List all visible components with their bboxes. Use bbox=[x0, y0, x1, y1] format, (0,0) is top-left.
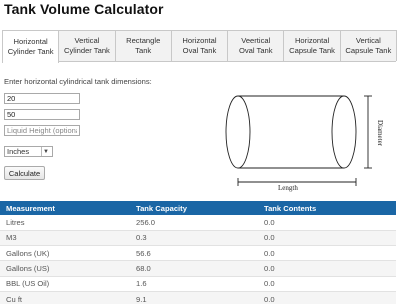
capacity-cell: 0.3 bbox=[130, 230, 258, 247]
table-row: BBL (US Oil) 1.6 0.0 bbox=[0, 276, 396, 292]
length-label: Length bbox=[278, 184, 298, 192]
tab-label-line2: Oval Tank bbox=[238, 46, 273, 55]
contents-cell: 0.0 bbox=[258, 291, 396, 304]
tank-left-end bbox=[225, 95, 251, 169]
results-table: Measurement Tank Capacity Tank Contents … bbox=[0, 201, 396, 304]
contents-cell: 0.0 bbox=[258, 260, 396, 277]
measurement-cell: Litres bbox=[0, 215, 130, 231]
tab-vertical-oval[interactable]: Veertical Oval Tank bbox=[227, 30, 285, 61]
tank-type-tabs: Horizontal Cylinder Tank Vertical Cylinder… bbox=[2, 30, 397, 63]
tab-vertical-cylinder[interactable]: Vertical Cylinder Tank bbox=[58, 30, 116, 61]
chevron-down-icon: ▼ bbox=[41, 147, 50, 156]
contents-cell: 0.0 bbox=[258, 276, 396, 292]
unit-selected-value: Inches bbox=[7, 147, 30, 156]
tab-horizontal-oval[interactable]: Horizontal Oval Tank bbox=[170, 30, 229, 61]
measurement-cell: BBL (US Oil) bbox=[0, 276, 130, 292]
tab-label-line1: Vertical bbox=[355, 36, 381, 45]
capacity-cell: 56.6 bbox=[130, 245, 258, 262]
table-row: Litres 256.0 0.0 bbox=[0, 215, 396, 231]
tab-label-line1: Rectangle bbox=[126, 36, 161, 45]
capacity-cell: 256.0 bbox=[130, 215, 258, 231]
tab-label-line2: Tank bbox=[135, 46, 152, 55]
measurement-cell: Gallons (US) bbox=[0, 260, 130, 277]
tab-horizontal-cylinder[interactable]: Horizontal Cylinder Tank bbox=[2, 30, 60, 63]
measurement-cell: Cu ft bbox=[0, 291, 130, 304]
header-tank-capacity: Tank Capacity bbox=[130, 201, 258, 215]
tank-right-end bbox=[331, 95, 357, 169]
capacity-cell: 1.6 bbox=[130, 276, 258, 292]
page-title: Tank Volume Calculator bbox=[4, 1, 164, 17]
tab-label-line2: Capsule Tank bbox=[345, 46, 392, 55]
contents-cell: 0.0 bbox=[258, 230, 396, 247]
diameter-input[interactable] bbox=[4, 93, 80, 104]
tank-diagram: Length Diameter bbox=[225, 95, 384, 192]
tab-label-line2: Capsule Tank bbox=[289, 46, 335, 55]
unit-select[interactable]: Inches ▼ bbox=[4, 146, 53, 157]
tab-label-line1: Vertical bbox=[74, 36, 100, 45]
tab-label-line1: Veertical bbox=[241, 36, 271, 45]
capacity-cell: 68.0 bbox=[130, 260, 258, 277]
table-row: M3 0.3 0.0 bbox=[0, 230, 396, 247]
tab-label-line1: Horizontal bbox=[294, 36, 330, 45]
table-row: Gallons (US) 68.0 0.0 bbox=[0, 260, 396, 277]
liquid-height-input[interactable] bbox=[4, 125, 80, 136]
contents-cell: 0.0 bbox=[258, 245, 396, 262]
contents-cell: 0.0 bbox=[258, 215, 396, 231]
tab-horizontal-capsule[interactable]: Horizontal Capsule Tank bbox=[283, 30, 341, 61]
measurement-cell: Gallons (UK) bbox=[0, 245, 130, 262]
length-input[interactable] bbox=[4, 109, 80, 120]
header-tank-contents: Tank Contents bbox=[258, 201, 396, 215]
tab-label-line2: Cylinder Tank bbox=[7, 47, 54, 56]
measurement-cell: M3 bbox=[0, 230, 130, 247]
table-row: Cu ft 9.1 0.0 bbox=[0, 291, 396, 304]
tab-rectangle[interactable]: Rectangle Tank bbox=[114, 30, 172, 61]
tab-label-line2: Cylinder Tank bbox=[63, 46, 110, 55]
tab-vertical-capsule[interactable]: Vertical Capsule Tank bbox=[339, 30, 397, 61]
results-header-row: Measurement Tank Capacity Tank Contents bbox=[0, 201, 396, 215]
capacity-cell: 9.1 bbox=[130, 291, 258, 304]
diameter-label: Diameter bbox=[376, 120, 384, 147]
form-instruction: Enter horizontal cylindrical tank dimens… bbox=[4, 77, 152, 86]
tab-label-line1: Horizontal bbox=[13, 37, 48, 46]
calculate-button[interactable]: Calculate bbox=[4, 166, 45, 180]
tab-label-line1: Horizontal bbox=[182, 36, 217, 45]
header-measurement: Measurement bbox=[0, 201, 130, 215]
table-row: Gallons (UK) 56.6 0.0 bbox=[0, 245, 396, 262]
tab-label-line2: Oval Tank bbox=[182, 46, 217, 55]
results-panel: Measurement Tank Capacity Tank Contents … bbox=[0, 201, 396, 304]
